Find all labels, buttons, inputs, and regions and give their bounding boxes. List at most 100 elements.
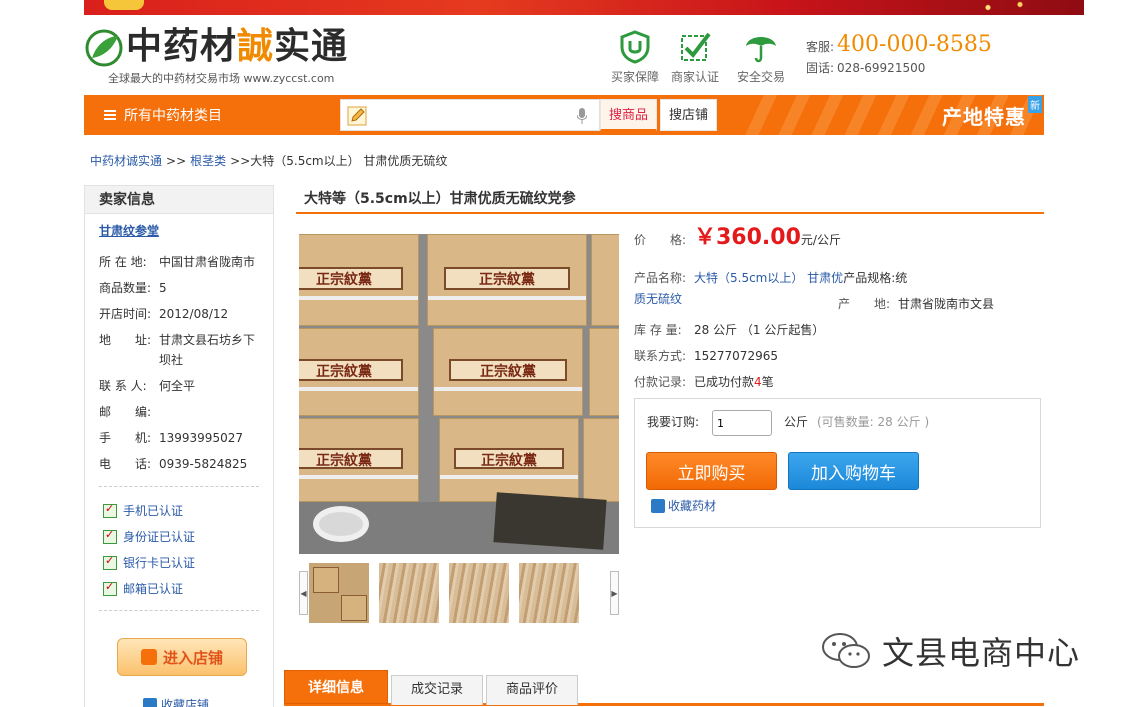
logo-name-part-2: 誠 — [237, 25, 275, 67]
price-value: ￥360.00 — [694, 225, 801, 250]
umbrella-icon — [746, 37, 776, 63]
all-categories-menu[interactable]: 所有中药材类目 — [84, 95, 324, 135]
product-name-row-2: 质无硫纹 — [634, 289, 682, 309]
add-to-cart-button[interactable]: 加入购物车 — [788, 452, 919, 490]
thumbnail-strip: ◀ ▶ — [299, 563, 619, 623]
contact-row: 联系方式: 15277072965 — [634, 346, 778, 366]
logo-name-part-3: 实通 — [274, 25, 349, 67]
stock-value: 28 公斤 （1 公斤起售） — [694, 323, 825, 337]
seller-item-count-label: 商品数量: — [99, 281, 152, 295]
top-banner-ad[interactable] — [84, 0, 1084, 15]
product-thumbnail[interactable] — [309, 563, 369, 623]
banner-firework-decoration — [964, 0, 1044, 15]
payment-row: 付款记录: 已成功付款4笔 — [634, 372, 774, 392]
search-input[interactable] — [340, 99, 600, 131]
box-tape — [428, 296, 586, 301]
favorite-shop-link[interactable]: 收藏店铺 — [143, 696, 209, 707]
checkbox-icon — [681, 32, 711, 61]
price-unit: 元/公斤 — [800, 233, 841, 247]
contact-value: 15277072965 — [694, 349, 778, 363]
product-thumbnail[interactable] — [379, 563, 439, 623]
cert-email-label: 邮箱已认证 — [123, 582, 184, 596]
origin-deals-promo[interactable]: 产地特惠 新 — [744, 95, 1044, 135]
seller-item-count-value: 5 — [159, 281, 167, 295]
wechat-icon — [822, 633, 870, 668]
hotline-label: 客服: — [806, 40, 835, 54]
breadcrumb-home-link[interactable]: 中药材诚实通 — [90, 154, 162, 168]
seller-opened-row: 开店时间: 2012/08/12 — [99, 304, 269, 324]
new-badge: 新 — [1028, 96, 1042, 113]
buy-now-button[interactable]: 立即购买 — [646, 452, 777, 490]
enter-shop-button[interactable]: 进入店铺 — [117, 638, 247, 676]
guarantee-safe-trade[interactable]: 安全交易 — [731, 30, 791, 85]
seller-item-count-row: 商品数量: 5 — [99, 278, 269, 298]
product-box-graphic — [583, 418, 619, 502]
favorite-item-label: 收藏药材 — [668, 499, 717, 513]
favorite-icon — [143, 697, 157, 707]
guarantee-label: 安全交易 — [736, 70, 785, 84]
thumb-prev-button[interactable]: ◀ — [299, 571, 308, 615]
seller-location-value: 中国甘肃省陇南市 — [159, 255, 256, 269]
payment-label: 付款记录: — [634, 375, 687, 389]
guarantee-buyer-protection[interactable]: 买家保障 — [605, 30, 665, 85]
payment-prefix: 已成功付款 — [694, 375, 755, 389]
search-shops-tab[interactable]: 搜店铺 — [660, 99, 718, 131]
tape-roll-graphic — [313, 506, 369, 542]
contact-label: 联系方式: — [634, 349, 687, 363]
guarantee-merchant-cert[interactable]: 商家认证 — [665, 30, 725, 85]
seller-address-value: 甘肃文县石坊乡下坝社 — [159, 333, 256, 367]
seller-shop-name-link[interactable]: 甘肃纹参堂 — [99, 222, 159, 239]
watermark-text: 文县电商中心 — [882, 634, 1081, 672]
seller-mobile-value: 13993995027 — [159, 431, 243, 445]
product-thumbnail[interactable] — [449, 563, 509, 623]
price-label: 价 格: — [634, 233, 687, 247]
product-box-graphic — [591, 234, 619, 326]
product-title: 大特等（5.5cm以上）甘肃优质无硫纹党参 — [296, 186, 1044, 214]
breadcrumb-category-link[interactable]: 根茎类 — [190, 154, 226, 168]
box-tape — [440, 474, 578, 479]
product-spec-label: 产品规格: — [843, 271, 896, 285]
leaf-logo-icon — [85, 29, 123, 67]
cert-mobile: 手机已认证 — [103, 502, 183, 519]
cert-check-icon — [103, 502, 117, 518]
product-main-image[interactable]: 正宗紋黨 正宗紋黨 正宗紋黨 正宗紋黨 正宗紋黨 正宗紋黨 — [299, 234, 619, 554]
favorite-item-link[interactable]: 收藏药材 — [651, 497, 716, 514]
seller-opened-label: 开店时间: — [99, 307, 152, 321]
promo-label: 产地特惠 — [942, 105, 1026, 129]
search-goods-tab[interactable]: 搜商品 — [600, 99, 658, 131]
logo-wordmark: 中药材誠实通 — [126, 24, 348, 68]
product-thumbnail[interactable] — [519, 563, 579, 623]
cert-check-icon — [103, 528, 117, 544]
product-origin-label: 产 地: — [838, 297, 891, 311]
cert-check-icon — [103, 580, 117, 596]
product-name-value: 大特（5.5cm以上） 甘肃优 — [694, 271, 844, 285]
seller-phone-label: 电 话: — [99, 457, 152, 471]
box-tape — [434, 387, 582, 392]
seller-opened-value: 2012/08/12 — [159, 307, 229, 321]
seller-mobile-row: 手 机: 13993995027 — [99, 428, 269, 448]
product-box-graphic: 正宗紋黨 — [427, 234, 587, 326]
seller-location-row: 所 在 地: 中国甘肃省陇南市 — [99, 252, 269, 272]
tab-reviews[interactable]: 商品评价 — [486, 675, 578, 705]
quantity-input[interactable] — [712, 410, 772, 436]
hotline-number: 400-000-8585 — [837, 32, 992, 57]
site-logo[interactable]: 中药材誠实通 全球最大的中药材交易市场 www.zyccst.com — [84, 24, 359, 88]
purchase-panel: 我要订购: 公斤 (可售数量: 28 公斤 ) 立即购买 加入购物车 收藏药材 — [634, 398, 1041, 528]
box-tape — [299, 387, 418, 392]
crate-graphic — [493, 492, 607, 550]
logo-slogan: 全球最大的中药材交易市场 www.zyccst.com — [108, 72, 335, 85]
shop-icon — [140, 649, 157, 665]
box-tape — [299, 474, 418, 479]
watermark: 文县电商中心 — [820, 628, 1080, 674]
box-tape — [299, 296, 418, 301]
thumb-next-button[interactable]: ▶ — [610, 571, 619, 615]
product-spec-value: 统 — [895, 271, 908, 285]
favorite-shop-label: 收藏店铺 — [161, 698, 210, 707]
microphone-icon[interactable] — [577, 108, 587, 124]
tab-details[interactable]: 详细信息 — [284, 670, 388, 704]
cert-bank-card-label: 银行卡已认证 — [123, 556, 196, 570]
seller-mobile-label: 手 机: — [99, 431, 152, 445]
tab-transactions[interactable]: 成交记录 — [391, 675, 483, 705]
box-label: 正宗紋黨 — [453, 447, 565, 469]
breadcrumb-current: 大特（5.5cm以上） 甘肃优质无硫纹 — [250, 154, 448, 168]
